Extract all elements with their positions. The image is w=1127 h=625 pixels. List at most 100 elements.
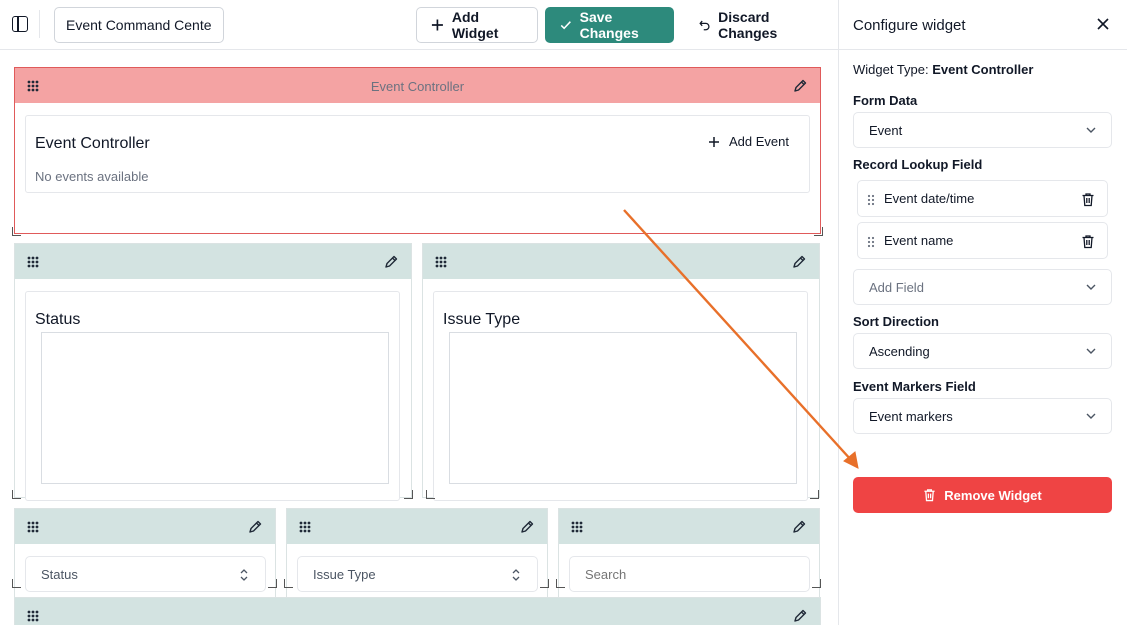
check-icon [560,21,571,30]
sort-direction-label: Sort Direction [853,314,939,329]
drag-handle-icon[interactable] [27,521,39,533]
close-icon[interactable] [1097,18,1109,30]
pencil-icon[interactable] [383,254,399,270]
event-controller-widget[interactable]: Event Controller Event Controller Add Ev… [14,67,821,234]
status-chart-widget[interactable]: Status [14,243,412,501]
pencil-icon[interactable] [791,254,807,270]
add-widget-label: Add Widget [451,9,499,41]
plus-icon [709,136,719,147]
event-controller-card: Event Controller Add Event No events ava… [25,115,810,193]
chevron-down-icon [1086,127,1096,133]
widget-header-title: Event Controller [370,79,465,94]
dashboard-canvas: Event Controller Event Controller Add Ev… [0,51,838,625]
grip-icon[interactable] [867,236,875,248]
widget-header: Event Controller [15,68,820,103]
widget-header [287,509,547,544]
chevron-down-icon [1086,284,1096,290]
resize-handle[interactable] [404,490,413,499]
resize-handle[interactable] [540,579,549,588]
issue-type-chart-area [449,332,797,484]
status-filter-widget[interactable]: Status [14,508,276,598]
status-filter-select[interactable]: Status [25,556,266,592]
resize-handle[interactable] [284,579,293,588]
save-changes-label: Save Changes [579,9,639,41]
trash-icon[interactable] [1081,234,1095,249]
trash-icon [924,489,935,502]
grip-icon[interactable] [867,194,875,206]
widget-header [15,244,411,279]
record-lookup-label: Record Lookup Field [853,157,983,172]
form-data-dropdown[interactable]: Event [853,112,1112,148]
sort-direction-dropdown[interactable]: Ascending [853,333,1112,369]
search-filter-widget[interactable] [558,508,820,598]
event-markers-value: Event markers [869,408,953,424]
save-changes-button[interactable]: Save Changes [545,7,674,43]
drag-handle-icon[interactable] [571,521,583,533]
form-data-label: Form Data [853,93,918,108]
bottom-widget[interactable] [14,597,821,625]
resize-handle[interactable] [426,490,435,499]
panel-title: Configure widget [853,17,966,34]
configure-widget-panel: Configure widget Widget Type: Event Cont… [838,0,1127,625]
event-markers-dropdown[interactable]: Event markers [853,398,1112,434]
resize-handle[interactable] [810,490,819,499]
pencil-icon[interactable] [791,519,807,535]
discard-changes-label: Discard Changes [718,9,778,41]
form-data-value: Event [869,122,903,138]
issue-type-chart-card: Issue Type [433,291,808,501]
widget-header [15,509,275,544]
resize-handle[interactable] [556,579,565,588]
add-event-label: Add Event [729,134,789,149]
widget-type-line: Widget Type: Event Controller [853,62,1033,77]
lookup-field-label: Event date/time [884,191,975,206]
drag-handle-icon[interactable] [299,521,311,533]
dashboard-name-input[interactable] [54,7,224,43]
status-chart-area [41,332,389,484]
up-down-icon [240,569,248,581]
remove-widget-button[interactable]: Remove Widget [853,477,1112,513]
pencil-icon[interactable] [792,78,808,94]
issue-type-filter-value: Issue Type [313,566,376,582]
add-event-button[interactable]: Add Event [708,134,789,149]
panel-header: Configure widget [839,0,1127,50]
resize-handle[interactable] [812,579,821,588]
widget-header [15,598,820,625]
plus-icon [431,19,443,31]
sort-direction-value: Ascending [869,343,930,359]
chevron-down-icon [1086,348,1096,354]
search-input[interactable] [569,556,810,592]
add-field-placeholder: Add Field [869,279,924,295]
chevron-down-icon [1086,413,1096,419]
toolbar-divider [39,10,40,38]
add-widget-button[interactable]: Add Widget [416,7,538,43]
resize-handle[interactable] [268,579,277,588]
trash-icon[interactable] [1081,192,1095,207]
widget-type-label: Widget Type: [853,62,929,77]
pencil-icon[interactable] [519,519,535,535]
resize-handle[interactable] [12,579,21,588]
add-field-dropdown[interactable]: Add Field [853,269,1112,305]
event-markers-label: Event Markers Field [853,379,976,394]
issue-type-filter-widget[interactable]: Issue Type [286,508,548,598]
lookup-field-item[interactable]: Event date/time [857,180,1108,217]
lookup-field-item[interactable]: Event name [857,222,1108,259]
resize-handle[interactable] [12,227,21,236]
sidebar-toggle-icon[interactable] [12,16,28,32]
issue-type-chart-widget[interactable]: Issue Type [422,243,820,501]
drag-handle-icon[interactable] [27,256,39,268]
remove-widget-label: Remove Widget [944,487,1042,503]
empty-events-text: No events available [35,169,149,184]
undo-icon [699,20,710,31]
resize-handle[interactable] [12,490,21,499]
pencil-icon[interactable] [792,608,808,624]
issue-type-filter-select[interactable]: Issue Type [297,556,538,592]
widget-header [559,509,819,544]
event-controller-title: Event Controller [35,135,150,152]
drag-handle-icon[interactable] [27,610,39,622]
status-chart-title: Status [35,311,81,328]
resize-handle[interactable] [814,227,823,236]
pencil-icon[interactable] [247,519,263,535]
status-chart-card: Status [25,291,400,501]
drag-handle-icon[interactable] [435,256,447,268]
discard-changes-button[interactable]: Discard Changes [684,7,824,43]
